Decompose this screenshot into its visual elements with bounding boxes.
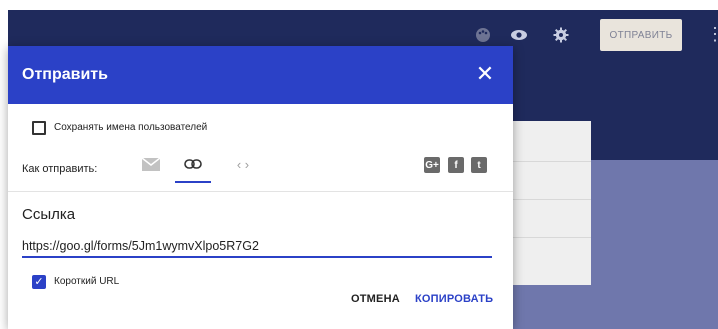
dialog-header: Отправить ✕ (8, 46, 513, 104)
short-url-checkbox[interactable]: ✓ (32, 275, 46, 289)
dialog-title: Отправить (22, 66, 108, 83)
gear-icon[interactable] (550, 24, 572, 46)
email-icon[interactable] (141, 156, 161, 172)
collect-names-checkbox[interactable] (32, 121, 46, 135)
link-url-input[interactable] (22, 236, 492, 258)
embed-icon[interactable]: ‹ › (232, 156, 254, 172)
twitter-icon[interactable]: t (471, 157, 487, 173)
send-dialog: Отправить ✕ Сохранять имена пользователе… (8, 46, 513, 329)
link-section-title: Ссылка (22, 206, 76, 223)
send-button-top[interactable]: ОТПРАВИТЬ (600, 19, 682, 51)
divider (8, 191, 513, 192)
send-via-label: Как отправить: (22, 163, 98, 175)
active-method-underline (175, 181, 211, 183)
link-icon[interactable] (183, 156, 203, 172)
copy-button[interactable]: КОПИРОВАТЬ (415, 293, 493, 305)
cancel-button[interactable]: ОТМЕНА (351, 293, 400, 305)
close-icon[interactable]: ✕ (471, 60, 499, 88)
more-vert-icon[interactable]: ⋮ (706, 24, 718, 46)
eye-icon[interactable] (508, 24, 530, 46)
google-plus-icon[interactable]: G+ (424, 157, 440, 173)
short-url-label: Короткий URL (54, 276, 120, 287)
palette-icon[interactable] (472, 24, 494, 46)
form-card-peek (512, 121, 591, 285)
top-strip (0, 0, 718, 10)
facebook-icon[interactable]: f (448, 157, 464, 173)
collect-names-label: Сохранять имена пользователей (54, 122, 208, 133)
